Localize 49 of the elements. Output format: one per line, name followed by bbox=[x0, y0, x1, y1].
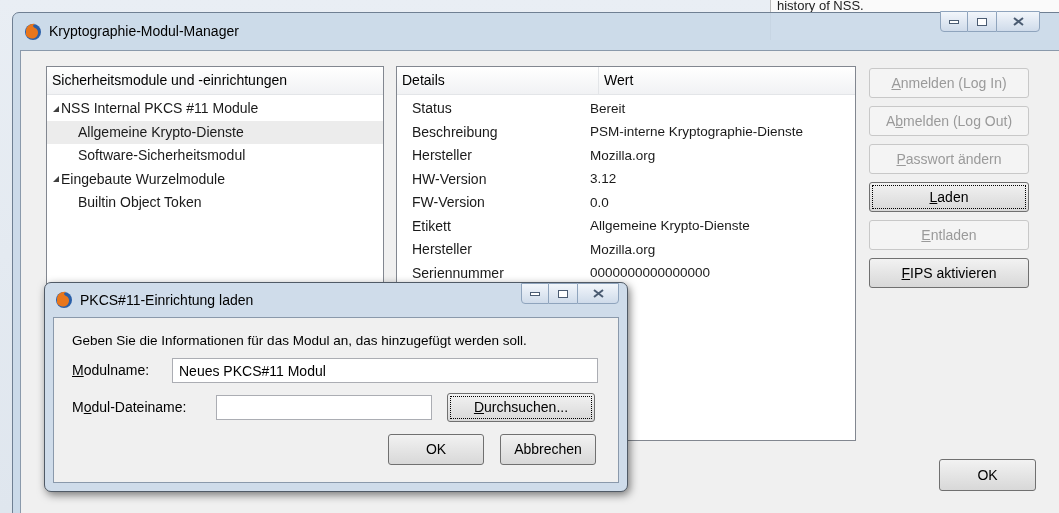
table-cell-text: Etikett bbox=[411, 216, 452, 236]
background-page-text: history of NSS. bbox=[777, 0, 864, 12]
table-cell-text: Hersteller bbox=[411, 146, 473, 166]
action-button[interactable]: Laden bbox=[869, 182, 1029, 212]
expand-arrow-icon[interactable] bbox=[52, 104, 60, 113]
tree-item[interactable]: NSS Internal PKCS #11 Module bbox=[47, 97, 383, 121]
column-header[interactable]: Details bbox=[397, 67, 599, 94]
tree-item[interactable]: Eingebaute Wurzelmodule bbox=[47, 167, 383, 191]
field-label: Modul-Dateiname: bbox=[72, 398, 188, 418]
close-icon bbox=[1012, 17, 1024, 26]
module-file-field[interactable] bbox=[216, 395, 432, 421]
table-cell-text: 0000000000000000 bbox=[590, 264, 711, 283]
dialog-title: PKCS#11-Einrichtung laden bbox=[80, 290, 255, 310]
tree-item[interactable]: Software-Sicherheitsmodul bbox=[47, 144, 383, 168]
close-button[interactable] bbox=[577, 283, 619, 304]
table-cell-text: HW-Version bbox=[411, 169, 488, 189]
window-title: Kryptographie-Modul-Manager bbox=[49, 22, 240, 41]
table-cell-text: PSM-interne Kryptographie-Dienste bbox=[590, 123, 804, 142]
browse-button[interactable]: Durchsuchen... bbox=[447, 393, 595, 423]
table-cell-text: Seriennummer bbox=[411, 263, 505, 283]
maximize-button[interactable] bbox=[968, 11, 996, 32]
expand-arrow-icon[interactable] bbox=[52, 175, 60, 184]
module-name-field[interactable]: Neues PKCS#11 Modul bbox=[172, 358, 598, 384]
column-header[interactable]: Wert bbox=[599, 67, 855, 94]
close-button[interactable] bbox=[996, 11, 1040, 32]
dialog-button[interactable]: Abbrechen bbox=[500, 434, 596, 466]
close-icon bbox=[592, 289, 604, 298]
minimize-button[interactable] bbox=[940, 11, 968, 32]
table-cell-text: Allgemeine Krypto-Dienste bbox=[590, 217, 750, 236]
table-cell-text: Beschreibung bbox=[411, 122, 499, 142]
ok-button[interactable]: OK bbox=[939, 459, 1036, 491]
instruction-text: Geben Sie die Informationen für das Modul an, das hinzugefügt werden soll. bbox=[72, 332, 528, 350]
action-button[interactable]: FIPS aktivieren bbox=[869, 258, 1029, 288]
table-cell-text: Hersteller bbox=[411, 240, 473, 260]
table-cell-text: 3.12 bbox=[590, 170, 617, 189]
field-label: Modulname: bbox=[72, 361, 151, 381]
table-cell-text: Bereit bbox=[590, 99, 626, 118]
maximize-button[interactable] bbox=[549, 283, 577, 304]
table-cell-text: Status bbox=[411, 99, 453, 119]
globe-icon bbox=[55, 291, 73, 309]
table-cell-text: 0.0 bbox=[590, 193, 609, 212]
tree-item[interactable]: Allgemeine Krypto-Dienste bbox=[47, 120, 383, 144]
table-cell-text: Mozilla.org bbox=[590, 146, 656, 165]
dialog-button[interactable]: OK bbox=[388, 434, 484, 466]
table-cell-text: Mozilla.org bbox=[590, 240, 656, 259]
minimize-button[interactable] bbox=[521, 283, 549, 304]
tree-item[interactable]: Builtin Object Token bbox=[47, 191, 383, 215]
table-cell-text: FW-Version bbox=[411, 193, 486, 213]
globe-icon bbox=[24, 22, 42, 41]
